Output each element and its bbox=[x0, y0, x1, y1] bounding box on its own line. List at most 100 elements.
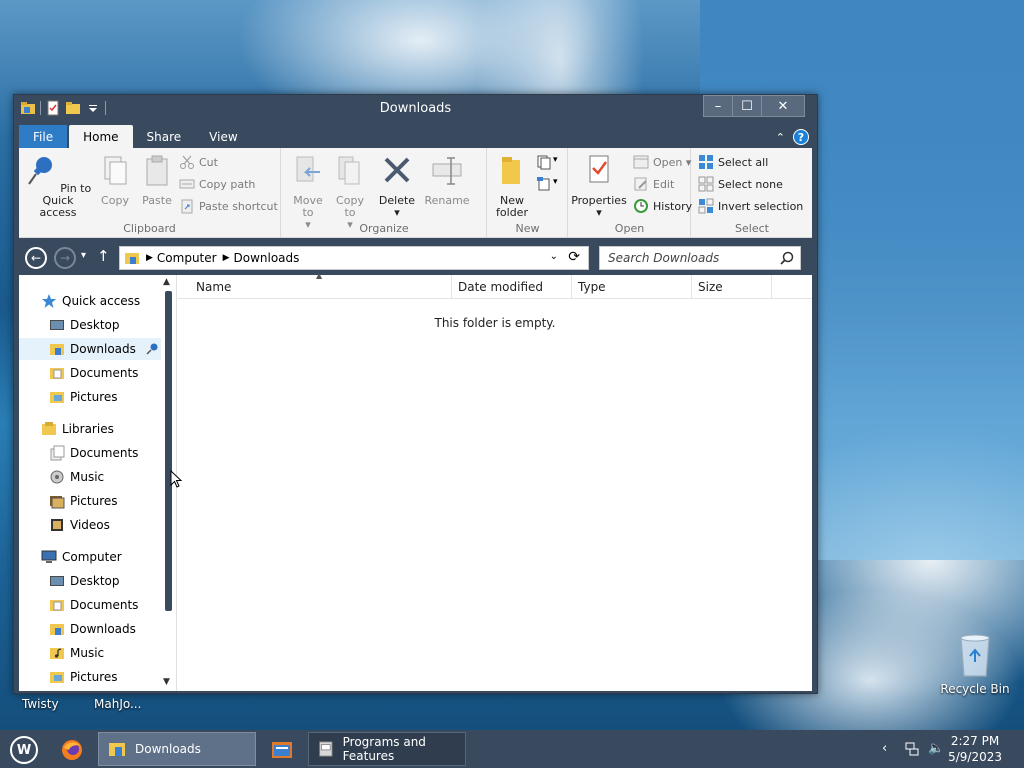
easy-access-icon[interactable] bbox=[536, 176, 552, 192]
tab-file[interactable]: File bbox=[19, 125, 68, 149]
delete-button[interactable]: Delete ▾ bbox=[374, 154, 420, 219]
breadcrumb-chevron-icon[interactable]: ▶ bbox=[146, 253, 153, 263]
cut-button[interactable]: Cut bbox=[179, 152, 218, 172]
nav-label: Pictures bbox=[70, 670, 118, 684]
minimize-button[interactable]: – bbox=[703, 95, 733, 117]
clock[interactable]: 2:27 PM 5/9/2023 bbox=[948, 733, 1002, 765]
nav-quick-documents[interactable]: Documents bbox=[49, 362, 176, 384]
copy-path-button[interactable]: Copy path bbox=[179, 174, 255, 194]
desktop-icon-twisty[interactable]: Twisty bbox=[22, 697, 59, 711]
copy-button[interactable]: Copy bbox=[95, 154, 135, 207]
breadcrumb-downloads[interactable]: Downloads bbox=[234, 251, 300, 265]
maximize-button[interactable]: ☐ bbox=[732, 95, 762, 117]
copy-to-icon bbox=[338, 156, 360, 185]
nav-computer-downloads[interactable]: Downloads bbox=[49, 618, 176, 640]
desktop-icon-mahjongg[interactable]: MahJo... bbox=[94, 697, 141, 711]
breadcrumb-chevron-icon[interactable]: ▶ bbox=[223, 253, 230, 263]
edit-label: Edit bbox=[653, 177, 675, 191]
star-icon bbox=[42, 294, 56, 308]
up-arrow-icon[interactable]: ↑ bbox=[97, 247, 110, 265]
paste-button[interactable]: Paste bbox=[137, 154, 177, 207]
new-folder-button[interactable]: New folder bbox=[492, 154, 532, 219]
search-input[interactable]: Search Downloads bbox=[599, 246, 801, 270]
file-manager-icon[interactable] bbox=[270, 738, 294, 762]
select-none-button[interactable]: Select none bbox=[698, 174, 783, 194]
close-button[interactable]: ✕ bbox=[761, 95, 805, 117]
column-header-date-modified[interactable]: Date modified bbox=[452, 275, 572, 299]
refresh-icon[interactable]: ⟳ bbox=[568, 249, 580, 265]
tab-home[interactable]: Home bbox=[69, 125, 133, 149]
open-button[interactable]: Open ▾ bbox=[633, 152, 691, 172]
nav-lib-documents[interactable]: Documents bbox=[49, 442, 176, 464]
taskbar-downloads-button[interactable]: Downloads bbox=[98, 732, 256, 766]
history-button[interactable]: History bbox=[633, 196, 692, 216]
scissors-icon bbox=[180, 155, 194, 169]
nav-libraries[interactable]: Libraries bbox=[41, 418, 176, 440]
nav-quick-desktop[interactable]: Desktop bbox=[49, 314, 176, 336]
column-header-name[interactable]: Name bbox=[178, 275, 452, 299]
scroll-down-icon[interactable]: ▼ bbox=[163, 677, 170, 687]
search-placeholder: Search Downloads bbox=[608, 251, 720, 265]
clipboard-group-label: Clipboard bbox=[123, 222, 176, 235]
properties-icon bbox=[589, 155, 609, 183]
address-bar[interactable]: ▶ Computer ▶ Downloads ⌄ ⟳ bbox=[119, 246, 589, 270]
desktop-icon-recycle-bin[interactable]: Recycle Bin bbox=[940, 630, 1010, 696]
search-icon[interactable] bbox=[780, 251, 794, 265]
select-none-icon bbox=[698, 176, 714, 192]
nav-computer[interactable]: Computer bbox=[41, 546, 176, 568]
collapse-ribbon-icon[interactable]: ⌃ bbox=[776, 131, 785, 144]
move-to-icon bbox=[296, 156, 320, 182]
music-folder-icon bbox=[50, 648, 64, 659]
back-button[interactable]: ← bbox=[25, 247, 47, 269]
select-all-button[interactable]: Select all bbox=[698, 152, 768, 172]
firefox-icon[interactable] bbox=[60, 738, 84, 762]
column-header-filler bbox=[772, 275, 812, 299]
nav-label: Quick access bbox=[62, 294, 141, 308]
paste-shortcut-button[interactable]: Paste shortcut bbox=[179, 196, 278, 216]
edit-icon bbox=[634, 177, 647, 191]
easy-access-dropdown-icon[interactable]: ▾ bbox=[553, 177, 558, 187]
address-dropdown-icon[interactable]: ⌄ bbox=[550, 251, 558, 262]
column-header-type[interactable]: Type bbox=[572, 275, 692, 299]
show-hidden-icons-icon[interactable]: ‹ bbox=[882, 741, 887, 756]
window-controls: – ☐ ✕ bbox=[703, 95, 805, 117]
nav-computer-desktop[interactable]: Desktop bbox=[49, 570, 176, 592]
nav-quick-downloads[interactable]: Downloads bbox=[19, 338, 161, 360]
invert-selection-button[interactable]: Invert selection bbox=[698, 196, 803, 216]
scroll-up-icon[interactable]: ▲ bbox=[163, 277, 170, 287]
edit-button[interactable]: Edit bbox=[633, 174, 674, 194]
dropdown-arrow-icon: ▾ bbox=[685, 155, 692, 169]
taskbar-programs-features-button[interactable]: Programs and Features bbox=[308, 732, 466, 766]
properties-button[interactable]: Properties ▾ bbox=[571, 154, 627, 219]
nav-lib-videos[interactable]: Videos bbox=[49, 514, 176, 536]
nav-computer-documents[interactable]: Documents bbox=[49, 594, 176, 616]
move-to-button[interactable]: Move to ▾ bbox=[288, 154, 328, 231]
forward-button[interactable]: → bbox=[54, 247, 76, 269]
tab-view[interactable]: View bbox=[195, 125, 251, 149]
scrollbar-thumb[interactable] bbox=[165, 291, 172, 611]
recent-locations-icon[interactable]: ▾ bbox=[81, 250, 86, 261]
nav-quick-access[interactable]: Quick access bbox=[41, 290, 176, 312]
volume-icon[interactable]: 🔈 bbox=[928, 741, 944, 756]
title-bar[interactable]: Downloads – ☐ ✕ bbox=[14, 95, 817, 123]
column-header-size[interactable]: Size bbox=[692, 275, 772, 299]
nav-computer-pictures[interactable]: Pictures bbox=[49, 666, 176, 688]
downloads-folder-icon bbox=[50, 344, 64, 355]
new-group: New folder ▾ ▾ New bbox=[488, 148, 568, 238]
start-button[interactable]: W bbox=[10, 736, 38, 764]
new-item-icon[interactable] bbox=[536, 154, 552, 170]
pin-quick-access-button[interactable]: Pin to Quick access bbox=[23, 154, 93, 219]
nav-lib-pictures[interactable]: Pictures bbox=[49, 490, 176, 512]
breadcrumb-computer[interactable]: Computer bbox=[157, 251, 217, 265]
new-item-dropdown-icon[interactable]: ▾ bbox=[553, 155, 558, 165]
tab-share[interactable]: Share bbox=[133, 125, 196, 149]
help-icon[interactable]: ? bbox=[793, 129, 809, 145]
nav-quick-pictures[interactable]: Pictures bbox=[49, 386, 176, 408]
rename-button[interactable]: Rename bbox=[422, 154, 472, 207]
paste-shortcut-label: Paste shortcut bbox=[199, 199, 278, 213]
nav-computer-music[interactable]: Music bbox=[49, 642, 176, 664]
copy-to-button[interactable]: Copy to ▾ bbox=[330, 154, 370, 231]
copy-path-icon bbox=[179, 179, 195, 189]
nav-lib-music[interactable]: Music bbox=[49, 466, 176, 488]
network-icon[interactable] bbox=[904, 741, 920, 757]
